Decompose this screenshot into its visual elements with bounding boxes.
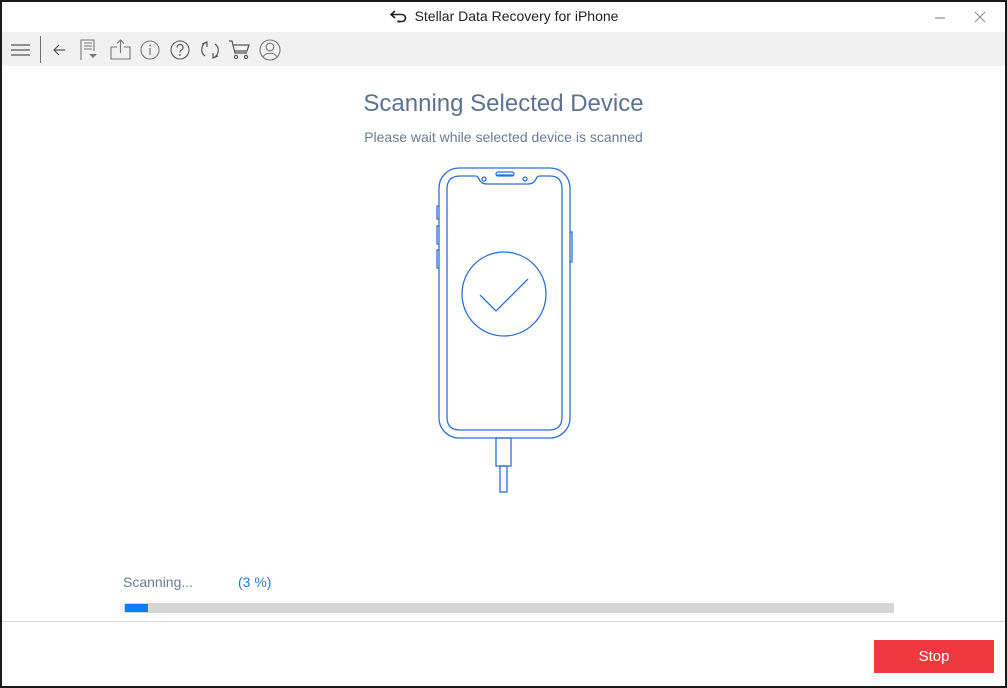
help-icon xyxy=(170,40,190,60)
scan-progress-fill xyxy=(125,604,148,612)
title-bar: Stellar Data Recovery for iPhone xyxy=(2,2,1005,32)
export-button[interactable] xyxy=(108,37,132,61)
help-button[interactable] xyxy=(168,37,192,61)
window-title-text: Stellar Data Recovery for iPhone xyxy=(414,8,619,24)
info-button[interactable] xyxy=(138,37,162,61)
buy-button[interactable] xyxy=(228,37,252,61)
scan-percent-text: (3 %) xyxy=(238,574,272,590)
save-scan-button[interactable] xyxy=(77,37,101,61)
close-button[interactable] xyxy=(965,6,995,28)
save-scan-icon xyxy=(80,39,97,60)
footer-divider xyxy=(2,621,1005,622)
refresh-icon xyxy=(201,41,219,59)
cart-icon xyxy=(229,40,250,60)
page-title: Scanning Selected Device xyxy=(363,90,644,117)
info-icon xyxy=(140,40,160,60)
arrow-left-icon xyxy=(53,44,65,56)
minimize-icon xyxy=(935,17,945,19)
back-button[interactable] xyxy=(48,37,72,61)
stop-button[interactable]: Stop xyxy=(874,640,994,673)
refresh-button[interactable] xyxy=(198,37,222,61)
account-button[interactable] xyxy=(258,37,282,61)
minimize-button[interactable] xyxy=(925,6,955,28)
window-title: Stellar Data Recovery for iPhone xyxy=(2,8,1005,24)
export-icon xyxy=(110,39,131,60)
page-subtitle: Please wait while selected device is sca… xyxy=(364,129,643,145)
scan-status-label: Scanning... xyxy=(123,574,194,590)
stellar-logo-icon xyxy=(389,10,406,23)
scan-progress-bar xyxy=(124,603,894,613)
user-icon xyxy=(259,39,281,61)
close-icon xyxy=(974,11,986,23)
toolbar xyxy=(2,32,1005,66)
menu-button[interactable] xyxy=(8,37,32,61)
hamburger-menu-icon xyxy=(11,44,30,56)
toolbar-divider xyxy=(40,36,41,63)
iphone-with-checkmark-icon xyxy=(436,167,573,493)
app-window: Stellar Data Recovery for iPhone Scannin… xyxy=(0,0,1007,688)
